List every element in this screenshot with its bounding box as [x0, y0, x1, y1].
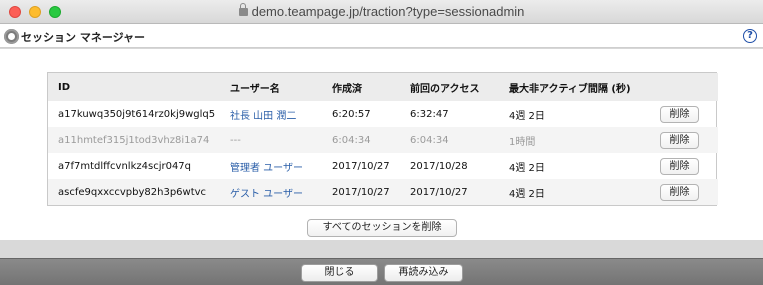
last-access-cell: 2017/10/28 [410, 160, 468, 172]
created-cell: 6:20:57 [332, 108, 371, 120]
user-link[interactable]: 社長 山田 潤二 [230, 111, 296, 122]
table-header-row: ID ユーザー名 作成済 前回のアクセス 最大非アクティブ間隔 (秒) [48, 73, 718, 101]
delete-session-button[interactable]: 削除 [660, 105, 699, 123]
page-title: セッション マネージャー [21, 31, 146, 44]
separator-strip [0, 240, 763, 258]
url-text: demo.teampage.jp/traction?type=sessionad… [251, 4, 525, 19]
address-bar: demo.teampage.jp/traction?type=sessionad… [0, 3, 763, 19]
table-row: ascfe9qxxccvpby82h3p6wtvc ゲスト ユーザー 2017/… [48, 179, 718, 205]
max-inactive-cell: 1時間 [499, 127, 650, 153]
table-row: a7f7mtdlffcvnlkz4scjr047q 管理者 ユーザー 2017/… [48, 153, 718, 179]
delete-all-sessions-button[interactable]: すべてのセッションを削除 [307, 219, 457, 237]
reload-button[interactable]: 再読み込み [384, 264, 463, 282]
created-cell: 6:04:34 [322, 127, 400, 153]
close-button[interactable]: 閉じる [301, 264, 378, 282]
delete-session-button[interactable]: 削除 [660, 183, 699, 201]
created-cell: 2017/10/27 [332, 160, 390, 172]
max-inactive-cell: 4週 2日 [509, 162, 545, 174]
max-inactive-cell: 4週 2日 [509, 110, 545, 122]
user-link[interactable]: ゲスト ユーザー [230, 189, 303, 200]
column-header-id: ID [48, 73, 220, 101]
sessions-table-panel: ID ユーザー名 作成済 前回のアクセス 最大非アクティブ間隔 (秒) a17k… [47, 72, 718, 206]
delete-session-button[interactable]: 削除 [660, 131, 699, 149]
session-id: a7f7mtdlffcvnlkz4scjr047q [58, 160, 192, 172]
table-row: a17kuwq350j9t614rz0kj9wglq5 社長 山田 潤二 6:2… [48, 101, 718, 127]
last-access-cell: 6:04:34 [400, 127, 499, 153]
max-inactive-cell: 4週 2日 [499, 179, 650, 205]
column-header-user: ユーザー名 [220, 73, 322, 101]
column-header-max-inactive: 最大非アクティブ間隔 (秒) [499, 73, 650, 101]
window-titlebar: demo.teampage.jp/traction?type=sessionad… [0, 0, 763, 24]
last-access-cell: 2017/10/27 [400, 179, 499, 205]
user-link[interactable]: 管理者 ユーザー [230, 163, 303, 174]
main-content: ID ユーザー名 作成済 前回のアクセス 最大非アクティブ間隔 (秒) a17k… [0, 49, 763, 240]
app-header: セッション マネージャー ? [0, 24, 763, 48]
gear-icon[interactable] [4, 29, 19, 44]
column-header-action [650, 73, 718, 101]
column-header-created: 作成済 [322, 73, 400, 101]
created-cell: 2017/10/27 [322, 179, 400, 205]
sessions-table: ID ユーザー名 作成済 前回のアクセス 最大非アクティブ間隔 (秒) a17k… [48, 73, 718, 205]
last-access-cell: 6:32:47 [410, 108, 449, 120]
user-placeholder: --- [230, 134, 241, 146]
column-header-last-access: 前回のアクセス [400, 73, 499, 101]
session-id: a17kuwq350j9t614rz0kj9wglq5 [58, 108, 216, 120]
dialog-footer: 閉じる 再読み込み [0, 258, 763, 285]
lock-icon [238, 3, 248, 16]
session-id: a11hmtef315j1tod3vhz8i1a74 [48, 127, 220, 153]
help-icon[interactable]: ? [743, 29, 757, 43]
session-id: ascfe9qxxccvpby82h3p6wtvc [48, 179, 220, 205]
table-row: a11hmtef315j1tod3vhz8i1a74 --- 6:04:34 6… [48, 127, 718, 153]
delete-session-button[interactable]: 削除 [660, 157, 699, 175]
